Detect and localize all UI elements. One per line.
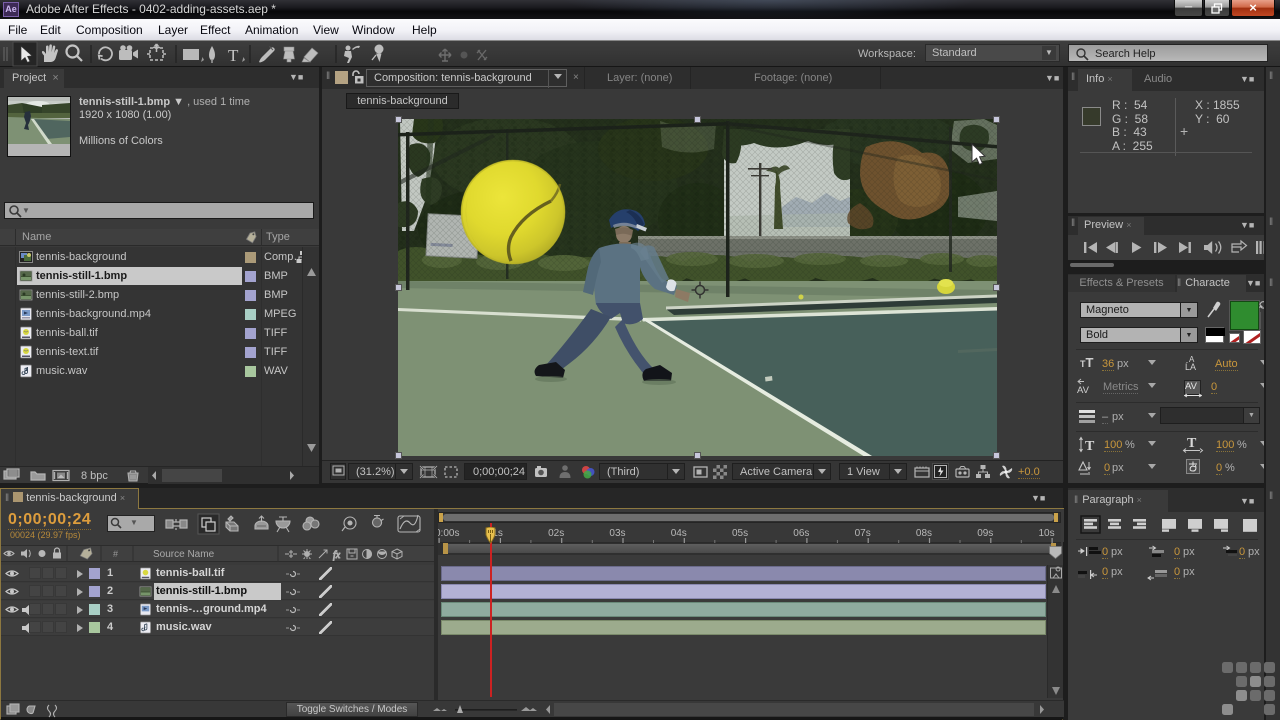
svg-text:ĹA: ĹA (1185, 362, 1196, 372)
svg-text:10s: 10s (1039, 528, 1055, 539)
svg-text:fx: fx (333, 550, 341, 561)
svg-text:03s: 03s (609, 528, 625, 539)
svg-text:8 bpc: 8 bpc (81, 470, 108, 482)
svg-text:07s: 07s (855, 528, 871, 539)
svg-text:T: T (1085, 439, 1095, 453)
svg-text:#: # (113, 549, 118, 559)
svg-text:AV: AV (1077, 385, 1090, 396)
svg-text:08s: 08s (916, 528, 932, 539)
svg-text:AV: AV (1185, 381, 1198, 392)
svg-text:T: T (1187, 436, 1197, 451)
svg-text:Source Name: Source Name (153, 549, 215, 560)
svg-text:09s: 09s (977, 528, 993, 539)
svg-text:06s: 06s (793, 528, 809, 539)
svg-text:05s: 05s (732, 528, 748, 539)
svg-text:T: T (228, 46, 239, 65)
svg-text:04s: 04s (671, 528, 687, 539)
svg-text:0:00s: 0:00s (438, 528, 459, 539)
svg-text:02s: 02s (548, 528, 564, 539)
